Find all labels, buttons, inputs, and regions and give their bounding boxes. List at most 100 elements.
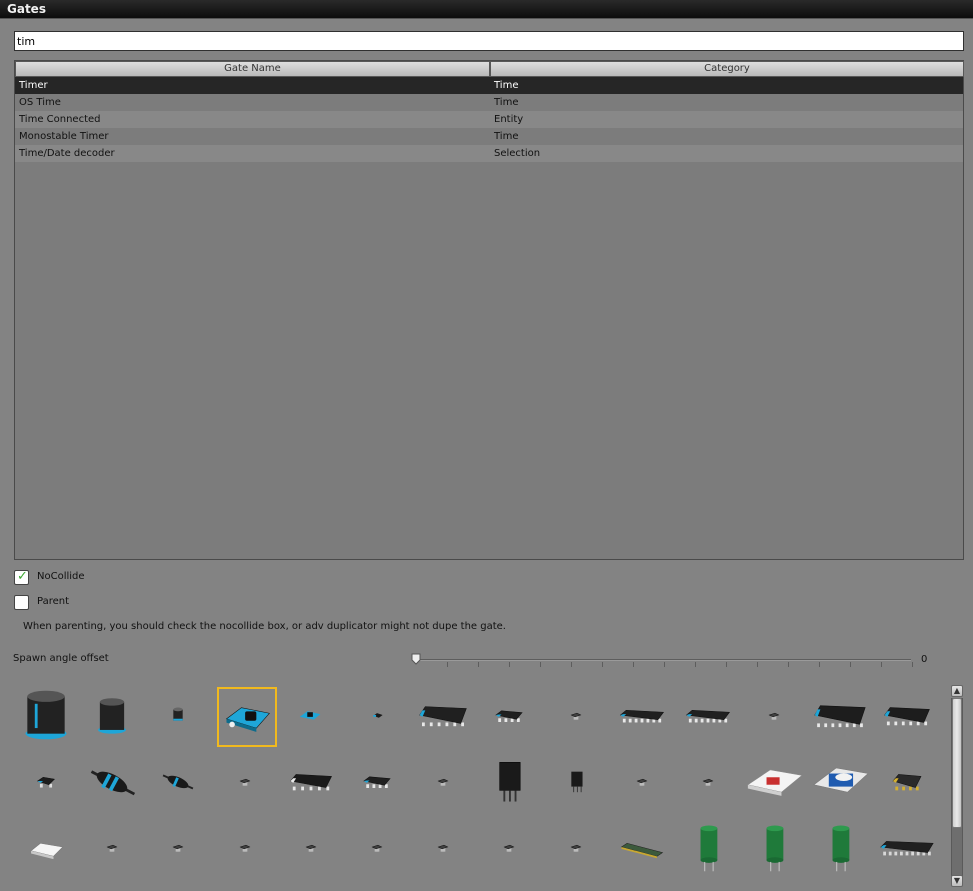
chip-tiny-icon <box>768 712 780 720</box>
table-row[interactable]: Time/Date decoder Selection <box>15 145 963 162</box>
model-thumbnail[interactable] <box>18 753 78 813</box>
scroll-down-button[interactable]: ▼ <box>951 875 963 887</box>
model-thumbnail[interactable] <box>879 753 939 813</box>
model-thumbnail[interactable] <box>548 687 608 747</box>
chip-gold-icon <box>892 774 922 791</box>
chip-small-icon <box>363 776 391 788</box>
chip-tiny-icon <box>702 778 714 786</box>
category-cell: Time <box>494 97 519 108</box>
model-thumbnail[interactable] <box>349 819 409 879</box>
slider-tick <box>447 662 448 667</box>
category-cell: Entity <box>494 114 524 125</box>
model-thumbnail[interactable] <box>614 687 674 747</box>
capacitor-green-icon <box>832 825 850 872</box>
model-thumbnail[interactable] <box>217 753 277 813</box>
model-thumbnail[interactable] <box>217 819 277 879</box>
chip-tiny-icon <box>503 844 515 852</box>
scrollbar-thumb[interactable] <box>952 698 962 828</box>
model-thumbnail[interactable] <box>415 819 475 879</box>
model-browser <box>14 681 948 887</box>
model-thumbnail[interactable] <box>415 687 475 747</box>
chip-tiny-icon <box>636 778 648 786</box>
model-thumbnail[interactable] <box>548 753 608 813</box>
transistor-small-icon <box>570 771 583 793</box>
slider-tick <box>540 662 541 667</box>
model-thumbnail[interactable] <box>879 819 939 879</box>
model-thumbnail[interactable] <box>18 687 78 747</box>
parent-checkbox[interactable] <box>14 595 29 610</box>
slider-tick <box>571 662 572 667</box>
model-thumbnail[interactable] <box>548 819 608 879</box>
chip-tiny-icon <box>305 844 317 852</box>
column-header-gate-name[interactable]: Gate Name <box>15 61 490 77</box>
wire-chip-large-icon <box>814 705 866 728</box>
model-thumbnail[interactable] <box>680 753 740 813</box>
chip-tiny-icon <box>371 844 383 852</box>
model-thumbnail[interactable] <box>18 819 78 879</box>
gate-list[interactable]: Gate Name Category Timer Time OS Time Ti… <box>14 60 964 560</box>
chip-tiny-icon <box>437 844 449 852</box>
model-thumbnail[interactable] <box>812 687 872 747</box>
cpu-white-icon <box>747 769 803 796</box>
nocollide-checkbox[interactable]: ✓ <box>14 569 29 585</box>
model-thumbnail[interactable] <box>415 753 475 813</box>
model-thumbnail[interactable] <box>283 819 343 879</box>
category-cell: Selection <box>494 148 541 159</box>
model-thumbnail[interactable] <box>84 687 144 747</box>
model-thumbnail[interactable] <box>216 687 277 747</box>
window-title: Gates <box>7 2 46 16</box>
model-thumbnail[interactable] <box>746 753 806 813</box>
search-input[interactable] <box>14 31 964 51</box>
model-thumbnail[interactable] <box>746 819 806 879</box>
slider-tick <box>757 662 758 667</box>
model-thumbnail[interactable] <box>614 753 674 813</box>
resistor-large-icon <box>91 770 136 796</box>
model-thumbnail[interactable] <box>283 687 343 747</box>
nocollide-label: NoCollide <box>37 571 85 582</box>
gate-name-cell: Time/Date decoder <box>19 148 115 159</box>
model-thumbnail[interactable] <box>349 753 409 813</box>
chip-tiny-icon <box>570 712 581 720</box>
table-row[interactable]: OS Time Time <box>15 94 963 111</box>
parent-label: Parent <box>37 596 70 607</box>
spawn-angle-slider[interactable] <box>416 659 911 661</box>
model-thumbnail[interactable] <box>150 819 210 879</box>
model-thumbnail[interactable] <box>349 687 409 747</box>
table-row[interactable]: Timer Time <box>15 77 963 94</box>
chip-tiny-icon <box>239 778 250 786</box>
model-thumbnail[interactable] <box>680 687 740 747</box>
list-header: Gate Name Category <box>15 61 964 77</box>
slider-tick <box>602 662 603 667</box>
slider-handle[interactable] <box>411 653 421 665</box>
model-thumbnail[interactable] <box>812 753 872 813</box>
model-thumbnail[interactable] <box>879 687 939 747</box>
chip-long-dark-icon <box>879 841 934 856</box>
column-header-category[interactable]: Category <box>490 61 964 77</box>
slider-tick <box>664 662 665 667</box>
model-thumbnail[interactable] <box>84 753 144 813</box>
model-thumbnail[interactable] <box>680 819 740 879</box>
window-titlebar[interactable]: Gates <box>0 0 973 19</box>
model-thumbnail[interactable] <box>84 819 144 879</box>
scroll-up-button[interactable]: ▲ <box>951 685 963 697</box>
model-thumbnail[interactable] <box>614 819 674 879</box>
table-row[interactable]: Monostable Timer Time <box>15 128 963 145</box>
model-thumbnail[interactable] <box>481 819 541 879</box>
model-thumbnail[interactable] <box>812 819 872 879</box>
model-thumbnail[interactable] <box>150 753 210 813</box>
slider-tick <box>788 662 789 667</box>
chip-tiny-icon <box>172 844 184 852</box>
ram-stick-icon <box>620 842 664 859</box>
model-thumbnail[interactable] <box>746 687 806 747</box>
wire-chip-8pin-icon <box>419 706 467 727</box>
slider-tick <box>819 662 820 667</box>
model-thumbnail[interactable] <box>481 687 541 747</box>
parenting-hint: When parenting, you should check the noc… <box>23 621 506 632</box>
chip-small-icon <box>495 710 524 722</box>
micro-chip-icon <box>373 713 383 718</box>
table-row[interactable]: Time Connected Entity <box>15 111 963 128</box>
model-thumbnail[interactable] <box>283 753 343 813</box>
model-thumbnail[interactable] <box>150 687 210 747</box>
model-thumbnail[interactable] <box>481 753 541 813</box>
gate-name-cell: Timer <box>19 80 48 91</box>
